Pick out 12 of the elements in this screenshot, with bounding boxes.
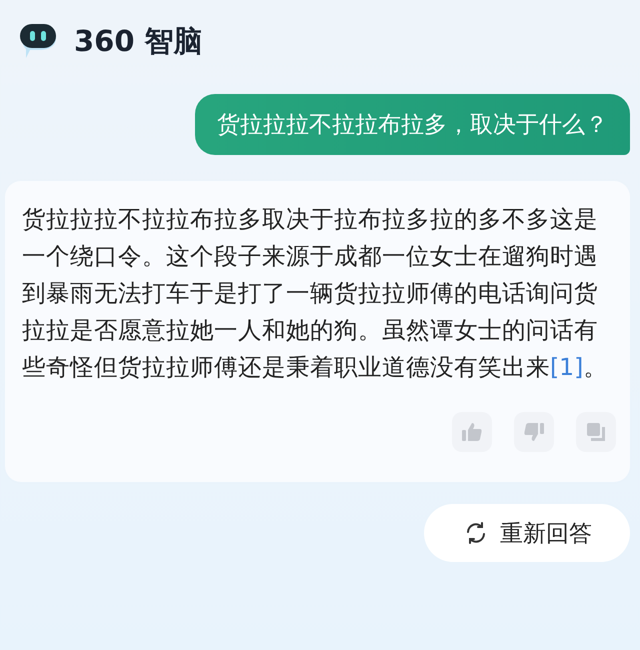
copy-icon [585, 421, 607, 443]
like-button[interactable] [452, 412, 492, 452]
copy-button[interactable] [576, 412, 616, 452]
answer-text: 货拉拉拉不拉拉布拉多取决于拉布拉多拉的多不多这是一个绕口令。这个段子来源于成都一位女士在遛狗时遇到暴雨无法打车于是打了一辆货拉拉师傅的电话询问货拉拉是否愿意拉她一人和她的狗。虽然谭女士的问话有些奇怪但货拉拉师傅还是秉着职业道德没有笑出来[1]。 [22, 204, 608, 383]
citation-link[interactable]: [1] [550, 353, 584, 381]
refresh-icon [464, 521, 488, 545]
regenerate-button[interactable]: 重新回答 [424, 504, 630, 562]
app-title: 360 智脑 [74, 23, 203, 60]
dislike-button[interactable] [514, 412, 554, 452]
thumbs-up-icon [461, 421, 483, 443]
thumbs-down-icon [523, 421, 545, 443]
question-bubble: 货拉拉拉不拉拉布拉多，取决于什么？ [195, 94, 630, 155]
